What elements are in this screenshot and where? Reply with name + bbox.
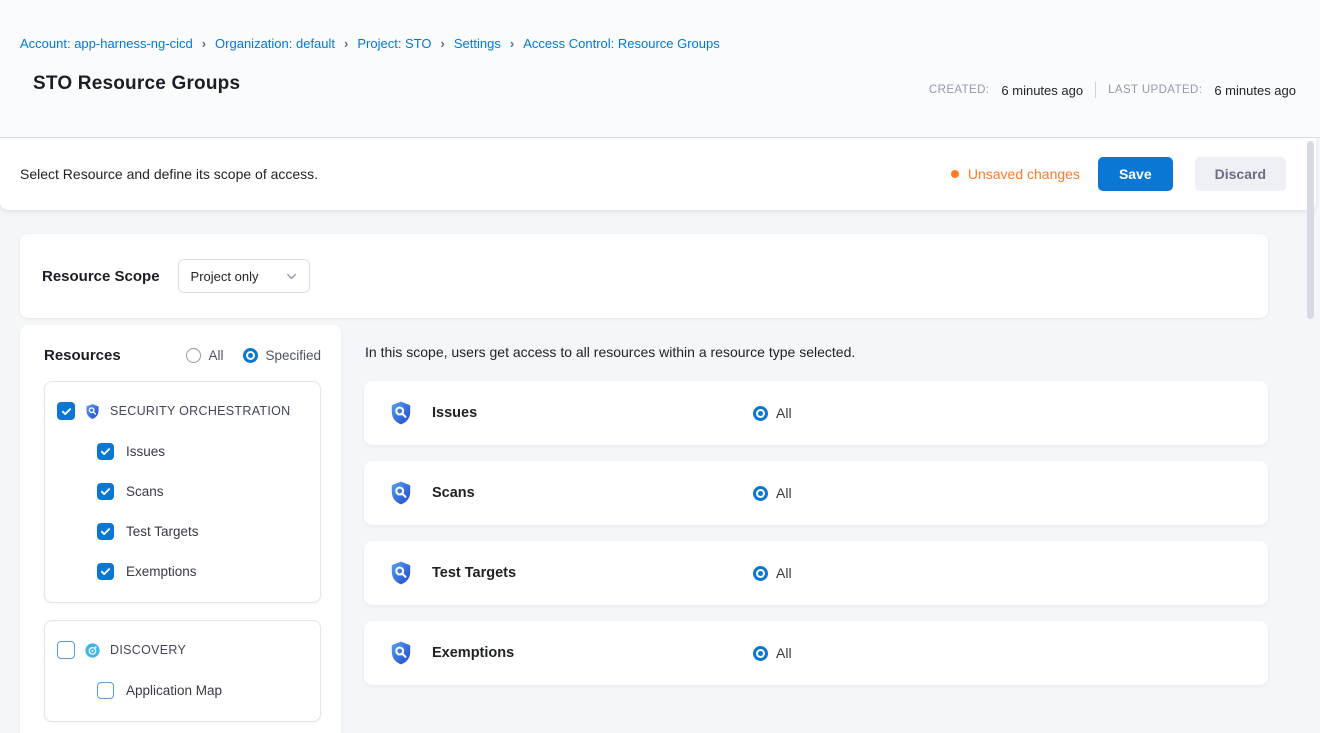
resource-row-test-targets: Test Targets All <box>364 541 1268 605</box>
main-scrollbar[interactable] <box>1307 141 1314 319</box>
scope-description: In this scope, users get access to all r… <box>365 344 1268 360</box>
radio-selected-icon <box>753 486 768 501</box>
resources-panel: Resources All Specified <box>20 325 341 733</box>
chevron-down-icon <box>286 271 297 282</box>
tree-item-issues: Issues <box>97 443 308 460</box>
toolbar-description: Select Resource and define its scope of … <box>20 166 318 182</box>
last-updated-label: LAST UPDATED: <box>1108 84 1202 96</box>
access-radio-all[interactable]: All <box>753 405 792 421</box>
tree-item-application-map: Application Map <box>97 682 308 699</box>
last-updated-value: 6 minutes ago <box>1214 83 1296 98</box>
chevron-right-icon <box>510 36 514 51</box>
resource-scope-label: Resource Scope <box>42 268 160 285</box>
resource-row-label: Issues <box>432 405 753 421</box>
checkbox-test-targets[interactable] <box>97 523 114 540</box>
meta-divider <box>1095 82 1096 98</box>
save-button[interactable]: Save <box>1098 157 1173 191</box>
resource-scope-select[interactable]: Project only <box>178 259 311 293</box>
resource-group-security-orchestration: SECURITY ORCHESTRATION Issues Scans <box>44 381 321 603</box>
breadcrumb-organization-link[interactable]: Organization: default <box>215 36 335 51</box>
access-all-label: All <box>776 565 792 581</box>
breadcrumb-settings-link[interactable]: Settings <box>454 36 501 51</box>
resources-mode-radio-group: All Specified <box>186 348 321 363</box>
tree-item-test-targets: Test Targets <box>97 523 308 540</box>
group-label: DISCOVERY <box>110 643 186 657</box>
radio-selected-icon <box>753 406 768 421</box>
access-all-label: All <box>776 405 792 421</box>
tree-item-label: Application Map <box>126 683 222 698</box>
chevron-right-icon <box>441 36 445 51</box>
checkbox-exemptions[interactable] <box>97 563 114 580</box>
group-label: SECURITY ORCHESTRATION <box>110 404 290 418</box>
access-radio-all[interactable]: All <box>753 645 792 661</box>
radio-option-specified[interactable]: Specified <box>243 348 321 363</box>
resource-scope-selected-value: Project only <box>191 269 259 284</box>
shield-search-icon <box>84 403 101 420</box>
unsaved-dot-icon <box>951 170 959 178</box>
radio-selected-icon <box>753 646 768 661</box>
resource-row-scans: Scans All <box>364 461 1268 525</box>
access-radio-all[interactable]: All <box>753 485 792 501</box>
tree-item-label: Issues <box>126 444 165 459</box>
radio-specified-label: Specified <box>265 348 321 363</box>
scope-rows-section: In this scope, users get access to all r… <box>341 325 1268 733</box>
resource-group-discovery: DISCOVERY Application Map <box>44 620 321 722</box>
radio-all-label: All <box>208 348 223 363</box>
page-header: Account: app-harness-ng-cicd Organizatio… <box>0 0 1320 138</box>
chevron-right-icon <box>202 36 206 51</box>
tree-item-label: Exemptions <box>126 564 197 579</box>
resource-row-label: Scans <box>432 485 753 501</box>
access-radio-all[interactable]: All <box>753 565 792 581</box>
resource-row-label: Exemptions <box>432 645 753 661</box>
shield-search-icon <box>388 480 414 506</box>
main-content: Resource Scope Project only Resources Al… <box>0 210 1320 733</box>
discard-button[interactable]: Discard <box>1195 157 1286 191</box>
discovery-icon <box>84 642 101 659</box>
created-value: 6 minutes ago <box>1001 83 1083 98</box>
tree-item-exemptions: Exemptions <box>97 563 308 580</box>
tree-item-label: Test Targets <box>126 524 199 539</box>
action-toolbar: Select Resource and define its scope of … <box>0 138 1316 210</box>
checkbox-scans[interactable] <box>97 483 114 500</box>
breadcrumb: Account: app-harness-ng-cicd Organizatio… <box>20 36 1296 51</box>
created-label: CREATED: <box>929 84 990 96</box>
tree-item-scans: Scans <box>97 483 308 500</box>
resource-scope-card: Resource Scope Project only <box>20 234 1268 318</box>
chevron-right-icon <box>344 36 348 51</box>
checkbox-security-orchestration[interactable] <box>57 402 75 420</box>
resource-row-label: Test Targets <box>432 565 753 581</box>
access-all-label: All <box>776 485 792 501</box>
shield-search-icon <box>388 640 414 666</box>
radio-selected-icon <box>243 348 258 363</box>
breadcrumb-resource-groups-link[interactable]: Access Control: Resource Groups <box>523 36 720 51</box>
shield-search-icon <box>388 560 414 586</box>
breadcrumb-account-link[interactable]: Account: app-harness-ng-cicd <box>20 36 193 51</box>
radio-selected-icon <box>753 566 768 581</box>
tree-item-label: Scans <box>126 484 164 499</box>
resource-row-issues: Issues All <box>364 381 1268 445</box>
resource-row-exemptions: Exemptions All <box>364 621 1268 685</box>
checkbox-issues[interactable] <box>97 443 114 460</box>
access-all-label: All <box>776 645 792 661</box>
shield-search-icon <box>388 400 414 426</box>
radio-unselected-icon <box>186 348 201 363</box>
header-meta: CREATED: 6 minutes ago LAST UPDATED: 6 m… <box>929 82 1296 98</box>
unsaved-changes-label: Unsaved changes <box>968 166 1080 182</box>
checkbox-discovery[interactable] <box>57 641 75 659</box>
radio-option-all[interactable]: All <box>186 348 223 363</box>
breadcrumb-project-link[interactable]: Project: STO <box>357 36 431 51</box>
resources-title: Resources <box>44 347 121 364</box>
checkbox-application-map[interactable] <box>97 682 114 699</box>
